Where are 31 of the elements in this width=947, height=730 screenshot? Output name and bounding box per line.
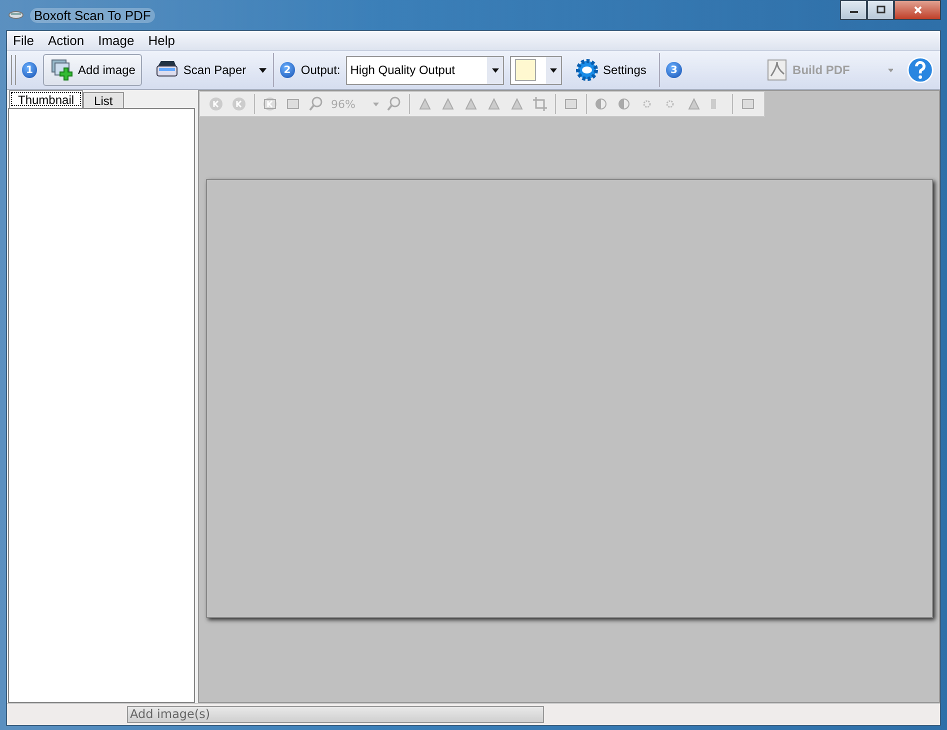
menu-item[interactable]: Action	[48, 33, 84, 48]
window-title: Boxoft Scan To PDF	[30, 8, 155, 22]
close-icon	[912, 5, 922, 15]
caret-icon	[550, 68, 557, 72]
tab[interactable]: List	[83, 92, 124, 108]
maximize-icon	[876, 5, 886, 15]
close-button[interactable]	[894, 0, 941, 20]
app-icon	[8, 10, 24, 20]
step-badge: 2	[280, 62, 295, 78]
step-badge: 3	[666, 62, 682, 78]
help-icon[interactable]	[907, 56, 934, 84]
output-dropdown[interactable]: High Quality Output	[346, 56, 504, 84]
output-label: Output:	[300, 63, 340, 77]
tab[interactable]: Thumbnail	[9, 90, 84, 108]
menu-item[interactable]: Image	[98, 33, 134, 48]
settings-button[interactable]: Settings	[568, 54, 654, 86]
caret-icon	[373, 102, 380, 106]
step-badge: 1	[22, 62, 38, 78]
caret-icon	[492, 68, 499, 72]
add-image-icon	[50, 58, 74, 82]
settings-icon	[575, 58, 600, 82]
progress-text: Add image(s)	[129, 707, 210, 721]
color-picker[interactable]	[510, 56, 562, 84]
menu-item[interactable]: Help	[148, 33, 175, 48]
add-image-button[interactable]: Add image	[43, 54, 142, 86]
dropdown-arrow-icon[interactable]	[259, 68, 267, 72]
pdf-icon	[764, 58, 789, 82]
scan-paper-button[interactable]: Scan Paper	[148, 54, 254, 86]
minimize-button[interactable]	[840, 0, 867, 20]
maximize-button[interactable]	[867, 0, 894, 20]
menu-item[interactable]: File	[13, 33, 34, 48]
